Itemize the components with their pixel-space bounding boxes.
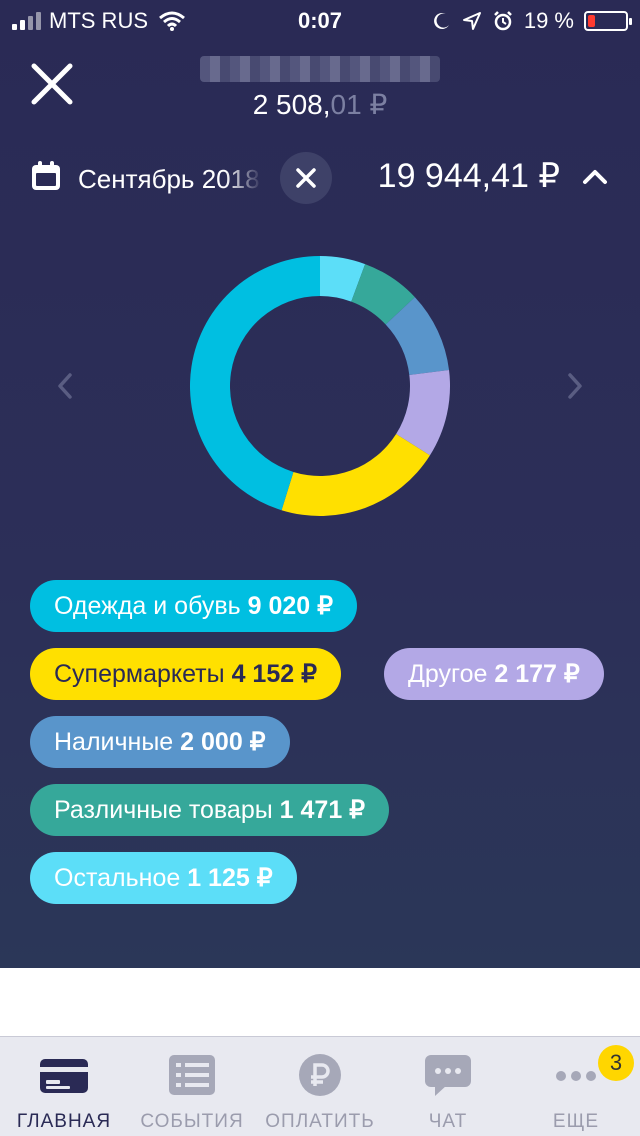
ruble-icon (299, 1054, 341, 1096)
tab-bar: ГЛАВНАЯ СОБЫТИЯ ОПЛАТИТЬ ЧАТ ЕЩЕ (0, 1037, 640, 1136)
chat-icon (425, 1055, 471, 1096)
battery-level (588, 15, 595, 27)
category-chip[interactable]: Другое 2 177 ₽ (384, 648, 604, 700)
category-amount: 2 000 ₽ (180, 728, 266, 756)
chevron-up-icon[interactable] (582, 164, 608, 190)
location-arrow-icon (462, 12, 481, 30)
prev-arrow-icon[interactable] (56, 372, 74, 400)
category-name: Супермаркеты (54, 660, 225, 688)
period-row: Сентябрь 2018 19 944,41 ₽ (0, 150, 640, 210)
tab-label: ОПЛАТИТЬ (265, 1111, 375, 1132)
status-bar: MTS RUS 0:07 19 % (0, 0, 640, 40)
category-chip[interactable]: Наличные 2 000 ₽ (30, 716, 290, 768)
donut-slice-1[interactable] (281, 434, 430, 516)
tab-label: ГЛАВНАЯ (16, 1111, 112, 1132)
category-name: Остальное (54, 864, 181, 892)
category-name: Другое (408, 660, 488, 688)
category-chip[interactable]: Супермаркеты 4 152 ₽ (30, 648, 341, 700)
alarm-icon (493, 11, 512, 31)
category-name: Наличные (54, 728, 174, 756)
tab-home[interactable]: ГЛАВНАЯ (0, 1037, 128, 1136)
category-name: Одежда и обувь (54, 592, 241, 620)
moon-icon (433, 12, 449, 29)
balance-cents: 01 ₽ (330, 89, 388, 120)
card-icon (40, 1059, 88, 1093)
category-amount: 9 020 ₽ (247, 592, 334, 620)
tab-events[interactable]: СОБЫТИЯ (128, 1037, 256, 1136)
account-name-blurred (200, 56, 440, 82)
category-amount: 4 152 ₽ (231, 660, 317, 688)
tab-pay[interactable]: ОПЛАТИТЬ (256, 1037, 384, 1136)
category-name: Различные товары (54, 796, 273, 824)
donut-slice-0[interactable] (190, 256, 320, 511)
category-amount: 1 125 ₽ (187, 864, 273, 892)
battery-percent: 19 % (523, 8, 574, 33)
tab-label: СОБЫТИЯ (140, 1111, 244, 1132)
tab-label: ЧАТ (428, 1111, 468, 1132)
clear-period-button[interactable] (280, 152, 332, 204)
category-amount: 2 177 ₽ (494, 660, 580, 688)
notification-badge: 3 (598, 1045, 634, 1081)
category-amount: 1 471 ₽ (279, 796, 366, 824)
list-icon (169, 1055, 215, 1095)
status-right: 19 % (432, 8, 632, 34)
tab-chat[interactable]: ЧАТ (384, 1037, 512, 1136)
battery-icon (584, 11, 632, 31)
balance-main: 2 508, (252, 89, 331, 120)
category-chip[interactable]: Одежда и обувь 9 020 ₽ (30, 580, 358, 632)
close-small-icon (296, 168, 316, 188)
category-chip[interactable]: Остальное 1 125 ₽ (30, 852, 297, 904)
category-chip[interactable]: Различные товары 1 471 ₽ (30, 784, 390, 836)
next-arrow-icon[interactable] (566, 372, 584, 400)
calendar-icon[interactable] (30, 160, 62, 192)
period-total: 19 944,41 ₽ (377, 157, 560, 195)
tab-label: ЕЩЕ (552, 1111, 600, 1132)
more-icon (556, 1071, 596, 1081)
account-balance: 2 508,01 ₽ (0, 88, 640, 121)
main-panel: MTS RUS 0:07 19 % 2 508,01 ₽ Сентябрь 20… (0, 0, 640, 968)
period-label[interactable]: Сентябрь 2018 (78, 164, 262, 195)
donut-chart (190, 256, 450, 516)
